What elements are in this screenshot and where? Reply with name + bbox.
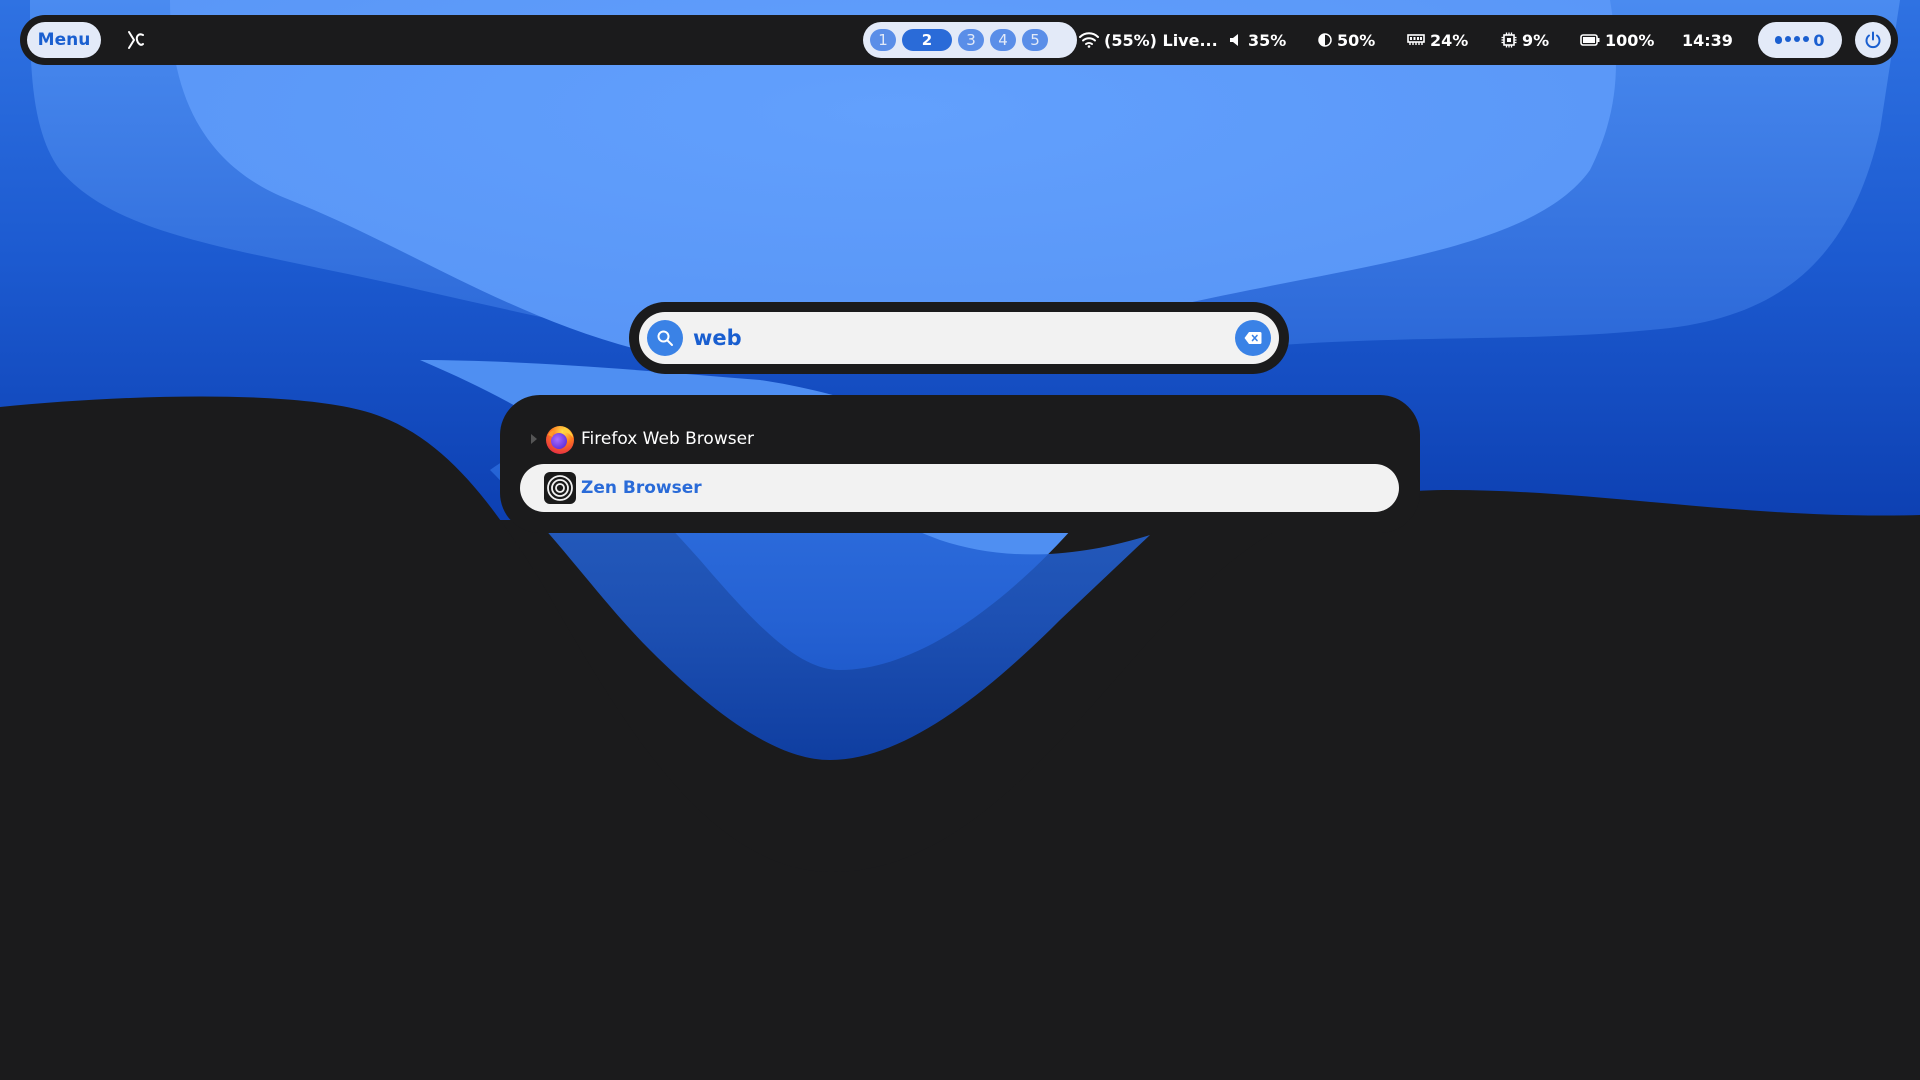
- memory-label: 24%: [1430, 30, 1469, 50]
- zen-browser-icon: [544, 472, 576, 504]
- volume-label: 35%: [1248, 30, 1287, 50]
- brightness-status[interactable]: 50%: [1318, 15, 1375, 65]
- volume-icon: [1229, 33, 1243, 47]
- clock-label: 14:39: [1682, 30, 1733, 50]
- battery-icon: [1580, 34, 1600, 46]
- search-field: [639, 312, 1279, 364]
- brightness-icon: [1318, 33, 1332, 47]
- battery-status[interactable]: 100%: [1580, 15, 1654, 65]
- top-bar: Menu 1 2 3 4 5 (55%) Live... 35% 50% 24%…: [20, 15, 1898, 65]
- firefox-icon: [546, 426, 574, 454]
- notifications-icon: [1775, 36, 1810, 44]
- power-button[interactable]: [1855, 22, 1891, 58]
- result-item-zen-browser[interactable]: Zen Browser: [520, 464, 1399, 512]
- workspace-2-button[interactable]: 2: [902, 29, 952, 51]
- backspace-icon: [1244, 332, 1262, 344]
- cpu-label: 9%: [1522, 30, 1550, 50]
- wifi-label: (55%) Live...: [1104, 30, 1218, 50]
- cpu-icon: [1501, 32, 1517, 48]
- memory-status[interactable]: 24%: [1407, 15, 1468, 65]
- cpu-status[interactable]: 9%: [1501, 15, 1549, 65]
- notifications-count: 0: [1813, 30, 1825, 50]
- wifi-status[interactable]: (55%) Live...: [1079, 15, 1218, 65]
- workspace-5-button[interactable]: 5: [1022, 29, 1048, 51]
- workspace-3-button[interactable]: 3: [958, 29, 984, 51]
- battery-label: 100%: [1605, 30, 1655, 50]
- workspace-switcher: 1 2 3 4 5: [863, 22, 1077, 58]
- result-item-firefox[interactable]: Firefox Web Browser: [520, 415, 1399, 463]
- power-icon: [1865, 31, 1881, 49]
- search-icon[interactable]: [647, 320, 683, 356]
- clear-search-button[interactable]: [1235, 320, 1271, 356]
- distro-logo-icon[interactable]: [124, 27, 148, 53]
- volume-status[interactable]: 35%: [1229, 15, 1286, 65]
- result-item-label: Firefox Web Browser: [581, 429, 755, 449]
- expand-arrow-icon: [531, 434, 537, 444]
- wifi-icon: [1079, 32, 1099, 48]
- search-bar: [629, 302, 1289, 374]
- result-item-label: Zen Browser: [581, 478, 702, 498]
- search-results: Firefox Web Browser Zen Browser: [500, 395, 1420, 533]
- menu-button[interactable]: Menu: [27, 22, 101, 58]
- memory-icon: [1407, 33, 1425, 47]
- workspace-4-button[interactable]: 4: [990, 29, 1016, 51]
- desktop: Menu 1 2 3 4 5 (55%) Live... 35% 50% 24%…: [0, 0, 1920, 1080]
- wallpaper: [0, 0, 1920, 1080]
- clock[interactable]: 14:39: [1682, 15, 1733, 65]
- brightness-label: 50%: [1337, 30, 1376, 50]
- notifications-button[interactable]: 0: [1758, 22, 1842, 58]
- workspace-1-button[interactable]: 1: [870, 29, 896, 51]
- search-input[interactable]: [693, 318, 1213, 358]
